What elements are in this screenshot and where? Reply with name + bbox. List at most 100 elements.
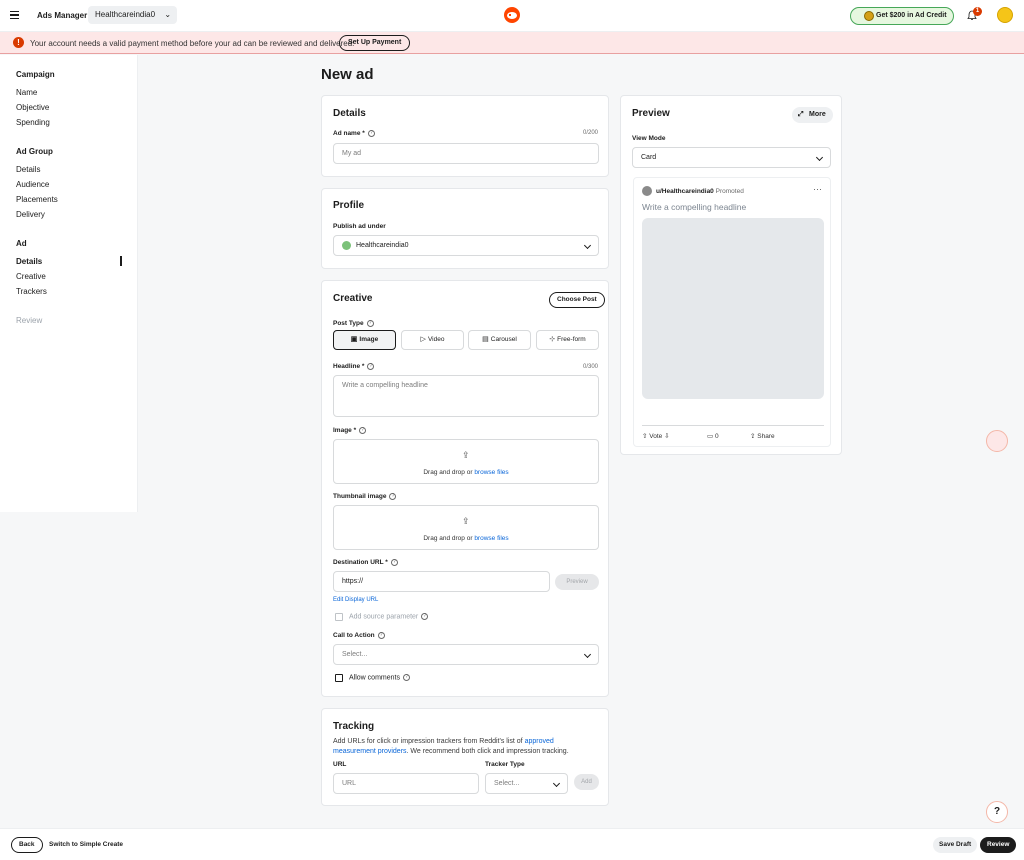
sidebar-item-name[interactable]: Name (16, 88, 37, 97)
arrow-down-icon[interactable]: ⇩ (664, 433, 669, 440)
browse-files-link[interactable]: browse files (474, 535, 508, 542)
set-up-payment-button[interactable]: Set Up Payment (339, 35, 411, 51)
more-button[interactable]: ⤢ More (792, 107, 833, 123)
chevron-down-icon: ⌄ (164, 10, 172, 19)
sidebar-item-ad-details[interactable]: Details (16, 257, 42, 266)
upload-icon: ⇪ (462, 516, 470, 526)
help-icon[interactable]: ? (390, 559, 398, 566)
carousel-icon: ▤ (482, 336, 489, 343)
help-icon[interactable]: ? (367, 130, 375, 137)
user-avatar[interactable] (997, 7, 1013, 23)
help-icon[interactable]: ? (421, 613, 429, 620)
post-type-video[interactable]: ▷ Video (401, 330, 464, 350)
edit-display-url-link[interactable]: Edit Display URL (333, 597, 378, 603)
upload-icon: ⇪ (462, 450, 470, 460)
cta-label: Call to Action? (333, 632, 385, 639)
tracking-title: Tracking (333, 721, 375, 732)
publish-label: Publish ad under (333, 223, 386, 230)
dropzone-text: Drag and drop or browse files (423, 469, 509, 476)
tracking-card: Tracking Add URLs for click or impressio… (321, 708, 609, 806)
help-button[interactable]: ? (986, 801, 1008, 823)
sidebar-item-audience[interactable]: Audience (16, 180, 49, 189)
image-dropzone[interactable]: ⇪ Drag and drop or browse files (333, 439, 599, 484)
add-tracker-button[interactable]: Add (574, 774, 599, 790)
sidebar-item-objective[interactable]: Objective (16, 103, 49, 112)
headline-textarea[interactable]: Write a compelling headline (333, 375, 599, 417)
coin-icon (864, 11, 874, 21)
tracker-type-label: Tracker Type (485, 761, 525, 768)
expand-icon: ⤢ (798, 111, 804, 118)
image-label: Image *? (333, 427, 367, 434)
reddit-logo-icon[interactable] (504, 7, 520, 23)
post-type-free-form[interactable]: ⊹ Free-form (536, 330, 599, 350)
sidebar-item-placements[interactable]: Placements (16, 195, 58, 204)
arrow-up-icon: ⇧ (642, 433, 648, 440)
save-draft-button[interactable]: Save Draft (933, 837, 978, 853)
choose-post-button[interactable]: Choose Post (549, 292, 605, 308)
menu-icon[interactable] (10, 11, 19, 19)
cta-placeholder: Select... (342, 651, 368, 658)
sidebar-item-creative[interactable]: Creative (16, 272, 46, 281)
destination-url-label: Destination URL *? (333, 559, 398, 566)
account-selector[interactable]: Healthcareindia0 ⌄ (88, 6, 178, 24)
sidebar-heading-campaign: Campaign (16, 70, 55, 79)
play-icon: ▷ (420, 336, 426, 343)
view-mode-select[interactable]: Card (632, 147, 831, 168)
comments-button[interactable]: ▭ 0 (707, 432, 719, 440)
active-indicator (120, 256, 122, 266)
headline-counter: 0/300 (582, 364, 598, 370)
promoted-label: Promoted (715, 188, 744, 195)
image-icon: ▣ (350, 336, 358, 343)
add-source-param-checkbox[interactable] (335, 613, 343, 621)
footer-bar: Back Switch to Simple Create Save Draft … (0, 828, 1024, 860)
allow-comments-checkbox[interactable] (335, 674, 343, 682)
sidebar-item-review: Review (16, 316, 43, 325)
payment-warning-banner: ! Your account needs a valid payment met… (0, 32, 1024, 54)
sidebar-item-adgroup-details[interactable]: Details (16, 165, 40, 174)
sidebar-item-delivery[interactable]: Delivery (16, 210, 45, 219)
help-icon[interactable]: ? (402, 674, 410, 681)
help-icon[interactable]: ? (367, 363, 375, 370)
tracking-description: Add URLs for click or impression tracker… (333, 738, 569, 755)
details-title: Details (333, 108, 366, 119)
switch-simple-create-button[interactable]: Switch to Simple Create (49, 841, 123, 848)
browse-files-link[interactable]: browse files (474, 469, 508, 476)
creative-card: Creative Choose Post Post Type? ▣ Image ▷… (321, 280, 609, 697)
share-button[interactable]: ⇪ Share (750, 432, 775, 440)
post-preview: u/Healthcareindia0 Promoted ··· Write a … (633, 177, 831, 447)
sidebar-item-spending[interactable]: Spending (16, 118, 50, 127)
post-type-carousel[interactable]: ▤ Carousel (468, 330, 531, 350)
more-options-icon[interactable]: ··· (813, 184, 822, 194)
help-icon[interactable]: ? (366, 320, 374, 327)
floating-assistant-button[interactable] (986, 430, 1008, 452)
ad-name-label: Ad name *? (333, 130, 375, 137)
upvote-button[interactable]: ⇧ Vote ⇩ (642, 432, 670, 440)
preview-title: Preview (632, 108, 670, 119)
thumbnail-dropzone[interactable]: ⇪ Drag and drop or browse files (333, 505, 599, 550)
help-icon[interactable]: ? (389, 493, 397, 500)
ad-credit-label: Get $200 in Ad Credit (876, 12, 947, 19)
back-button[interactable]: Back (11, 837, 43, 853)
ad-name-counter: 0/200 (582, 130, 598, 136)
tracker-type-select[interactable]: Select... (485, 773, 568, 794)
comment-icon: ▭ (707, 433, 714, 440)
review-button[interactable]: Review (980, 837, 1017, 853)
warning-icon: ! (13, 37, 24, 48)
post-type-image[interactable]: ▣ Image (333, 330, 396, 350)
preview-card: Preview ⤢ More View Mode Card u/Healthcar… (620, 95, 842, 455)
destination-url-input[interactable]: https:// (333, 571, 550, 592)
profile-avatar-icon (342, 241, 351, 250)
help-icon[interactable]: ? (359, 427, 367, 434)
account-name: Healthcareindia0 (95, 10, 156, 19)
sidebar-item-trackers[interactable]: Trackers (16, 287, 47, 296)
publish-under-select[interactable]: Healthcareindia0 (333, 235, 599, 256)
ad-name-input[interactable]: My ad (333, 143, 599, 164)
cta-select[interactable]: Select... (333, 644, 599, 665)
tracking-url-input[interactable]: URL (333, 773, 479, 794)
divider (642, 425, 824, 426)
sidebar-heading-ad-group: Ad Group (16, 147, 53, 156)
preview-url-button[interactable]: Preview (555, 574, 599, 590)
ad-credit-button[interactable]: Get $200 in Ad Credit (850, 7, 954, 25)
share-icon: ⇪ (750, 433, 756, 440)
help-icon[interactable]: ? (377, 632, 385, 639)
